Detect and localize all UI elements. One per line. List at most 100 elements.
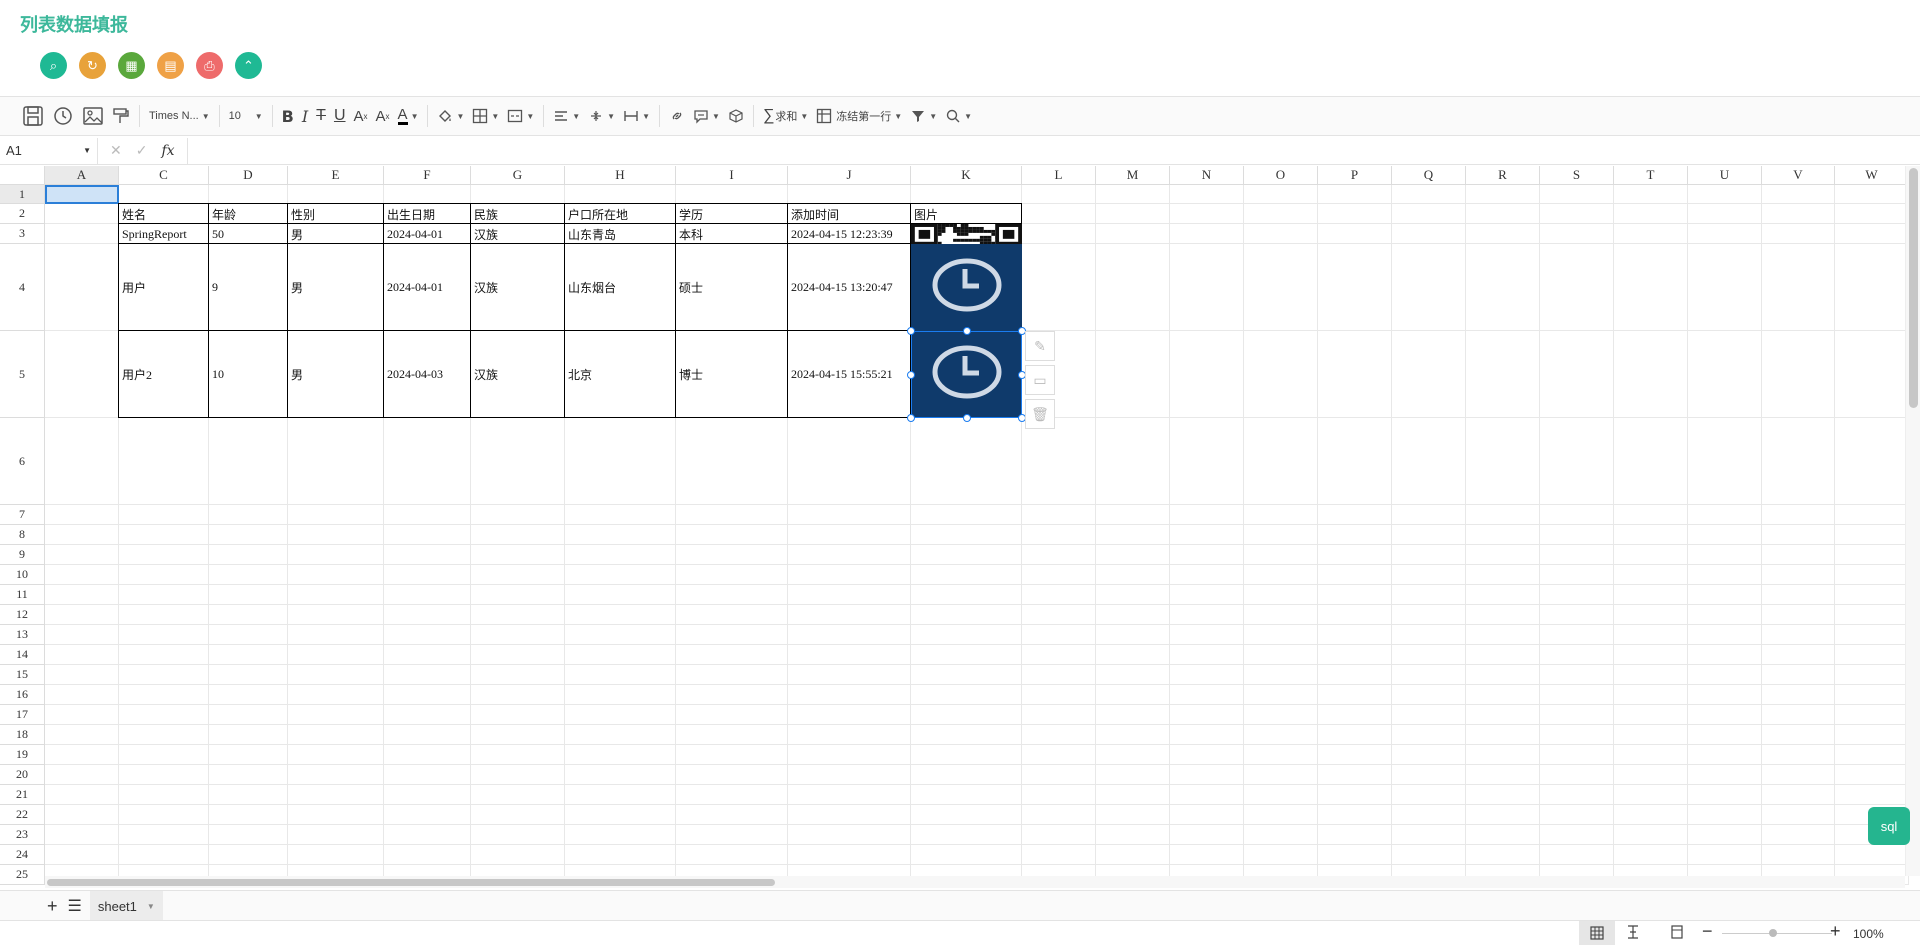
add-sheet-icon[interactable]: + [47,896,58,917]
row-header[interactable]: 22 [0,805,45,825]
row-header[interactable]: 2 [0,204,45,224]
format-painter-icon[interactable] [108,102,134,130]
zoom-in-icon[interactable]: + [1830,921,1841,942]
row-header[interactable]: 25 [0,865,45,885]
vertical-align-icon[interactable]: ▼ [584,102,619,130]
grid-corner[interactable] [0,166,45,185]
freeze-button[interactable]: 冻结第一行 ▼ [812,102,906,130]
crop-image-icon[interactable]: ▭ [1025,365,1055,395]
font-size-select[interactable]: 10 ▼ [225,102,267,130]
row-header[interactable]: 5 [0,331,45,418]
column-header[interactable]: T [1614,166,1688,185]
column-header[interactable]: R [1466,166,1540,185]
confirm-icon[interactable]: ✓ [136,142,148,159]
row-header[interactable]: 16 [0,685,45,705]
row-header[interactable]: 14 [0,645,45,665]
print-button[interactable]: ⎙ [196,52,223,79]
collapse-button[interactable]: ⌃ [235,52,262,79]
selected-cell[interactable] [45,185,119,204]
normal-view-icon[interactable] [1579,921,1615,945]
resize-handle[interactable] [962,327,971,335]
save-icon[interactable] [18,102,48,130]
comment-icon[interactable]: ▼ [689,102,724,130]
superscript-icon[interactable]: Ax [372,102,394,130]
row-header[interactable]: 9 [0,545,45,565]
zoom-out-icon[interactable]: − [1702,921,1713,942]
column-header[interactable]: G [471,166,565,185]
column-header[interactable]: S [1540,166,1614,185]
column-header[interactable]: E [288,166,384,185]
text-wrap-icon[interactable]: ▼ [619,102,654,130]
page-break-view-icon[interactable] [1626,925,1640,942]
history-icon[interactable] [48,102,78,130]
column-header[interactable]: A [45,166,119,185]
row-header[interactable]: 10 [0,565,45,585]
sheet-list-icon[interactable]: ☰ [68,896,82,916]
image-selection-frame[interactable] [911,331,1022,418]
page-layout-view-icon[interactable] [1670,925,1684,942]
fill-color-icon[interactable]: ▼ [433,102,468,130]
row-header[interactable]: 11 [0,585,45,605]
italic-icon[interactable]: I [298,102,312,130]
column-header[interactable]: C [119,166,209,185]
row-header[interactable]: 13 [0,625,45,645]
insert-image-icon[interactable] [78,102,108,130]
column-header[interactable]: M [1096,166,1170,185]
row-header[interactable]: 20 [0,765,45,785]
cancel-icon[interactable]: ✕ [110,142,122,159]
column-header[interactable]: U [1688,166,1762,185]
column-header[interactable]: Q [1392,166,1466,185]
delete-image-icon[interactable]: 🗑 [1025,399,1055,429]
row-header[interactable]: 19 [0,745,45,765]
row-header[interactable]: 4 [0,244,45,331]
vertical-scroll-thumb[interactable] [1909,168,1918,408]
font-family-select[interactable]: Times N... ▼ [145,102,214,130]
row-header[interactable]: 1 [0,185,45,204]
underline-icon[interactable]: U [330,102,350,130]
column-header[interactable]: P [1318,166,1392,185]
row-header[interactable]: 8 [0,525,45,545]
sheet-tab[interactable]: sheet1 ▼ [89,891,163,921]
resize-handle[interactable] [907,414,915,422]
column-header[interactable]: D [209,166,288,185]
row-header[interactable]: 7 [0,505,45,525]
filter-icon[interactable]: ▼ [906,102,941,130]
subscript-icon[interactable]: Ax [350,102,372,130]
column-header[interactable]: N [1170,166,1244,185]
border-icon[interactable]: ▼ [468,102,503,130]
reset-button[interactable]: ↻ [79,52,106,79]
row-header[interactable]: 6 [0,418,45,505]
resize-handle[interactable] [907,327,915,335]
column-header[interactable]: V [1762,166,1835,185]
row-header[interactable]: 15 [0,665,45,685]
qr-code-image[interactable] [911,224,1022,244]
column-header[interactable]: L [1022,166,1096,185]
cube-icon[interactable] [724,102,748,130]
sum-button[interactable]: ∑ 求和 ▼ [759,102,812,130]
zoom-slider-handle[interactable] [1769,929,1777,937]
row-header[interactable]: 23 [0,825,45,845]
column-header[interactable]: J [788,166,911,185]
column-header[interactable]: F [384,166,471,185]
row-header[interactable]: 12 [0,605,45,625]
column-header[interactable]: W [1835,166,1909,185]
column-header[interactable]: H [565,166,676,185]
strikethrough-icon[interactable]: T [312,102,330,130]
excel-button[interactable]: ▦ [118,52,145,79]
row-header[interactable]: 21 [0,785,45,805]
row-header[interactable]: 24 [0,845,45,865]
horizontal-scroll-thumb[interactable] [47,879,775,886]
column-header[interactable]: K [911,166,1022,185]
zoom-slider[interactable] [1722,933,1832,934]
column-header[interactable]: O [1244,166,1318,185]
link-icon[interactable] [665,102,689,130]
search-button[interactable]: ⌕ [40,52,67,79]
row-header[interactable]: 18 [0,725,45,745]
find-icon[interactable]: ▼ [941,102,976,130]
align-left-icon[interactable]: ▼ [549,102,584,130]
font-color-icon[interactable]: A ▼ [394,102,423,130]
formula-input[interactable] [188,138,1920,164]
column-header[interactable]: I [676,166,788,185]
sql-button[interactable]: sql [1868,807,1910,845]
edit-image-icon[interactable]: ✎ [1025,331,1055,361]
